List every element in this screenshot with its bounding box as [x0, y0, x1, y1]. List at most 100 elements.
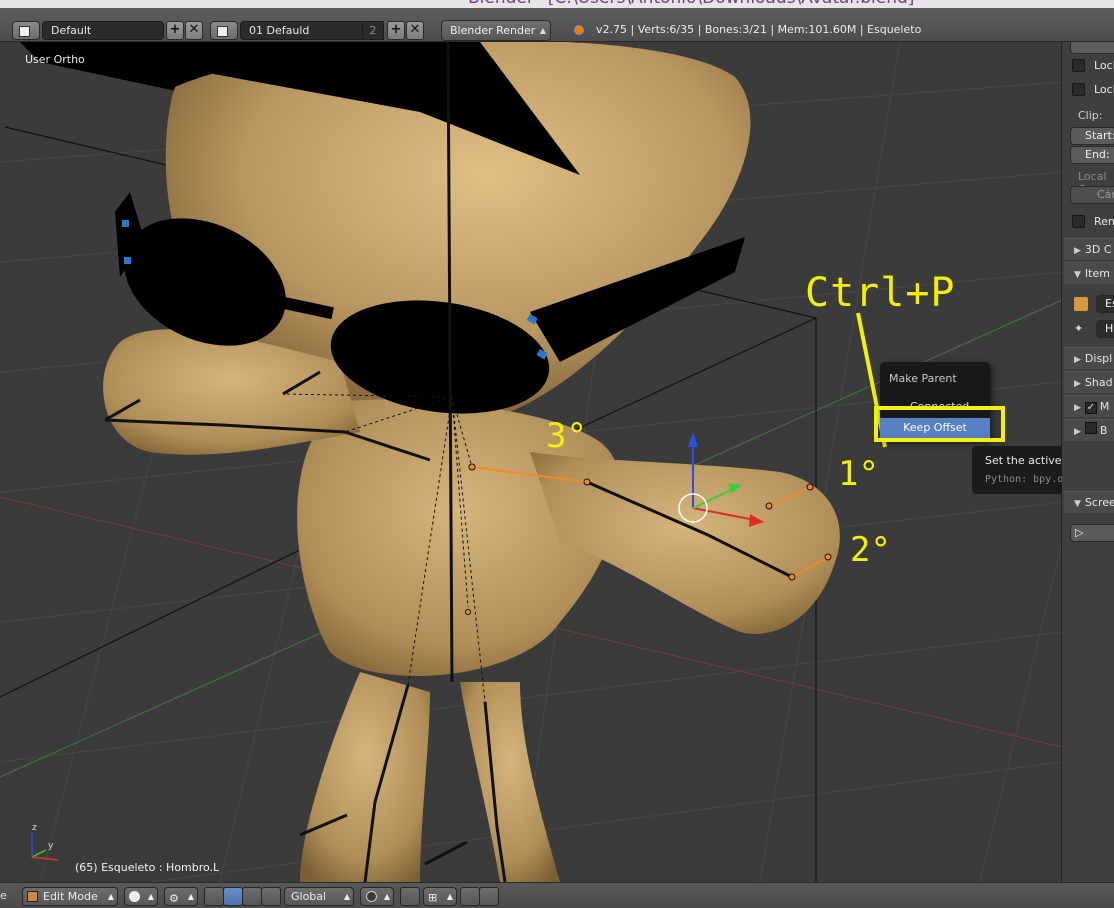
orientation-select[interactable]: Global ▲▼ — [284, 887, 354, 906]
window-title: Blender* [C:\Users\Antonio\Downloads\Ava… — [468, 0, 914, 8]
section-label: Item — [1084, 267, 1110, 280]
section-label: B — [1099, 424, 1108, 437]
edit-mode-icon — [27, 891, 38, 902]
panel-shading[interactable]: ▶ Shad — [1064, 371, 1114, 393]
clip-start-label: Start: — [1085, 129, 1114, 142]
clipped-menu-label: e — [0, 889, 7, 902]
triangle-down-icon: ▼ — [1074, 270, 1081, 280]
chevron-updown-icon: ▲▼ — [383, 892, 390, 901]
pivot-icon: ⚙ — [169, 892, 179, 905]
window-titlebar: Blender* [C:\Users\Antonio\Downloads\Ava… — [0, 0, 1114, 8]
mode-select[interactable]: Edit Mode ▲▼ — [22, 887, 118, 906]
viewport-shading-select[interactable]: ▲▼ — [124, 887, 158, 906]
local-camera-field[interactable]: Cám — [1070, 186, 1114, 204]
render-animation-button[interactable] — [479, 887, 499, 906]
right-leg-shape — [460, 682, 560, 882]
3d-viewport[interactable]: z y User Ortho (65) Esqueleto : Hombro.L… — [0, 42, 1062, 882]
render-border-row[interactable]: Rend — [1062, 212, 1114, 232]
shortcut-annotation: Ctrl+P — [805, 270, 956, 316]
render-border-label: Rend — [1094, 215, 1114, 228]
add-scene-button[interactable]: + — [387, 21, 405, 40]
section-label: 3D C — [1084, 243, 1112, 256]
blender-logo-icon — [572, 23, 586, 37]
sphere-shading-icon — [129, 891, 140, 902]
item-name-field[interactable]: Es — [1096, 295, 1114, 313]
scene-field[interactable]: 01 Defauld — [240, 21, 364, 40]
scene-icon[interactable] — [210, 21, 238, 40]
panel-item[interactable]: ▼ Item — [1064, 262, 1114, 284]
bone-icon: ✦ — [1074, 322, 1084, 335]
close-icon: ✕ — [409, 22, 421, 37]
section-label: Scree — [1084, 496, 1114, 509]
clip-end-field[interactable]: End: — [1070, 146, 1114, 164]
remove-scene-button[interactable]: ✕ — [406, 21, 424, 40]
add-icon: + — [390, 22, 402, 37]
chevron-updown-icon: ▲▼ — [107, 892, 114, 901]
chevron-updown-icon: ▲▼ — [187, 892, 194, 901]
render-border-checkbox[interactable] — [1072, 215, 1085, 228]
step-2-annotation: 2° — [850, 530, 891, 570]
object-field-top[interactable] — [1070, 42, 1114, 54]
step-1-annotation: 1° — [838, 454, 879, 494]
chevron-updown-icon: ▲▼ — [446, 892, 453, 901]
lock-checkbox[interactable] — [1072, 59, 1085, 72]
panel-screen[interactable]: ▼ Scree — [1064, 491, 1114, 513]
view-name-label: User Ortho — [25, 53, 85, 66]
highlight-box — [874, 406, 1005, 442]
snap-element-select[interactable]: ⊞ ▲▼ — [423, 887, 457, 906]
properties-sidebar: Lock Lock Clip: Start: End: Local C Cám … — [1062, 42, 1114, 882]
editor-type-icon[interactable] — [12, 21, 40, 40]
viewport-scene: z y — [0, 42, 1061, 882]
triangle-right-icon: ▶ — [1074, 355, 1081, 365]
checkbox-icon[interactable] — [1084, 422, 1097, 434]
menu-title: Make Parent — [889, 372, 957, 385]
screen-layout-field[interactable]: Default — [42, 21, 164, 40]
manipulator-toggle[interactable] — [204, 887, 224, 906]
grid-snap-icon: ⊞ — [428, 891, 438, 904]
translate-manipulator-button[interactable] — [223, 887, 243, 906]
bone-name-label: H — [1105, 322, 1114, 335]
section-label: Displ — [1084, 352, 1113, 365]
clip-start-field[interactable]: Start: — [1070, 127, 1114, 145]
pivot-point-select[interactable]: ⚙ ▲▼ — [164, 887, 198, 906]
chevron-updown-icon: ▲▼ — [343, 892, 350, 901]
checkbox-icon[interactable]: ✓ — [1084, 402, 1097, 414]
axis-z-label: z — [32, 823, 37, 833]
panel-3d-cursor[interactable]: ▶ 3D C — [1064, 238, 1114, 260]
scale-manipulator-button[interactable] — [261, 887, 281, 906]
play-icon: ▷ — [1075, 526, 1084, 539]
clip-end-label: End: — [1085, 148, 1110, 161]
chevron-updown-icon: ▲▼ — [147, 892, 154, 901]
render-engine-label: Blender Render — [450, 24, 536, 37]
rotate-manipulator-button[interactable] — [242, 887, 262, 906]
scene-stats: v2.75 | Verts:6/35 | Bones:3/21 | Mem:10… — [596, 23, 922, 36]
info-header: Default + ✕ 01 Defauld 2 + ✕ Blender Ren… — [0, 8, 1114, 54]
section-label: M — [1099, 400, 1110, 413]
viewport-header: e Edit Mode ▲▼ ▲▼ ⚙ ▲▼ Global ▲▼ ▲▼ ⊞ ▲▼ — [0, 882, 1114, 908]
section-label: Shad — [1084, 376, 1113, 389]
snap-toggle[interactable] — [400, 887, 420, 906]
lock-cursor-checkbox[interactable] — [1072, 83, 1085, 96]
lock-cursor-row[interactable]: Lock — [1062, 80, 1114, 100]
lock-camera-row[interactable]: Lock — [1062, 56, 1114, 76]
render-engine-select[interactable]: Blender Render ▲▼ — [441, 20, 551, 54]
add-screen-button[interactable]: + — [166, 21, 184, 40]
remove-screen-button[interactable]: ✕ — [185, 21, 203, 40]
object-icon — [1074, 297, 1088, 311]
proportional-edit-select[interactable]: ▲▼ — [360, 887, 394, 906]
render-image-button[interactable] — [460, 887, 480, 906]
scene-label: 01 Defauld — [249, 24, 310, 37]
scene-users-count: 2 — [362, 21, 384, 40]
mode-label: Edit Mode — [43, 890, 98, 903]
clip-label: Clip: — [1078, 109, 1103, 122]
panel-motion[interactable]: ▶ ✓ M — [1064, 395, 1114, 417]
screen-play-button[interactable]: ▷ — [1070, 524, 1114, 542]
panel-background[interactable]: ▶ B — [1064, 419, 1114, 441]
camera-field-label: Cám — [1097, 188, 1114, 201]
lock-cursor-label: Lock — [1094, 83, 1114, 96]
step-3-annotation: 3° — [546, 416, 587, 456]
triangle-down-icon: ▼ — [1074, 499, 1081, 509]
bone-name-field[interactable]: H — [1096, 320, 1114, 338]
triangle-right-icon: ▶ — [1074, 379, 1081, 389]
panel-display[interactable]: ▶ Displ — [1064, 347, 1114, 369]
